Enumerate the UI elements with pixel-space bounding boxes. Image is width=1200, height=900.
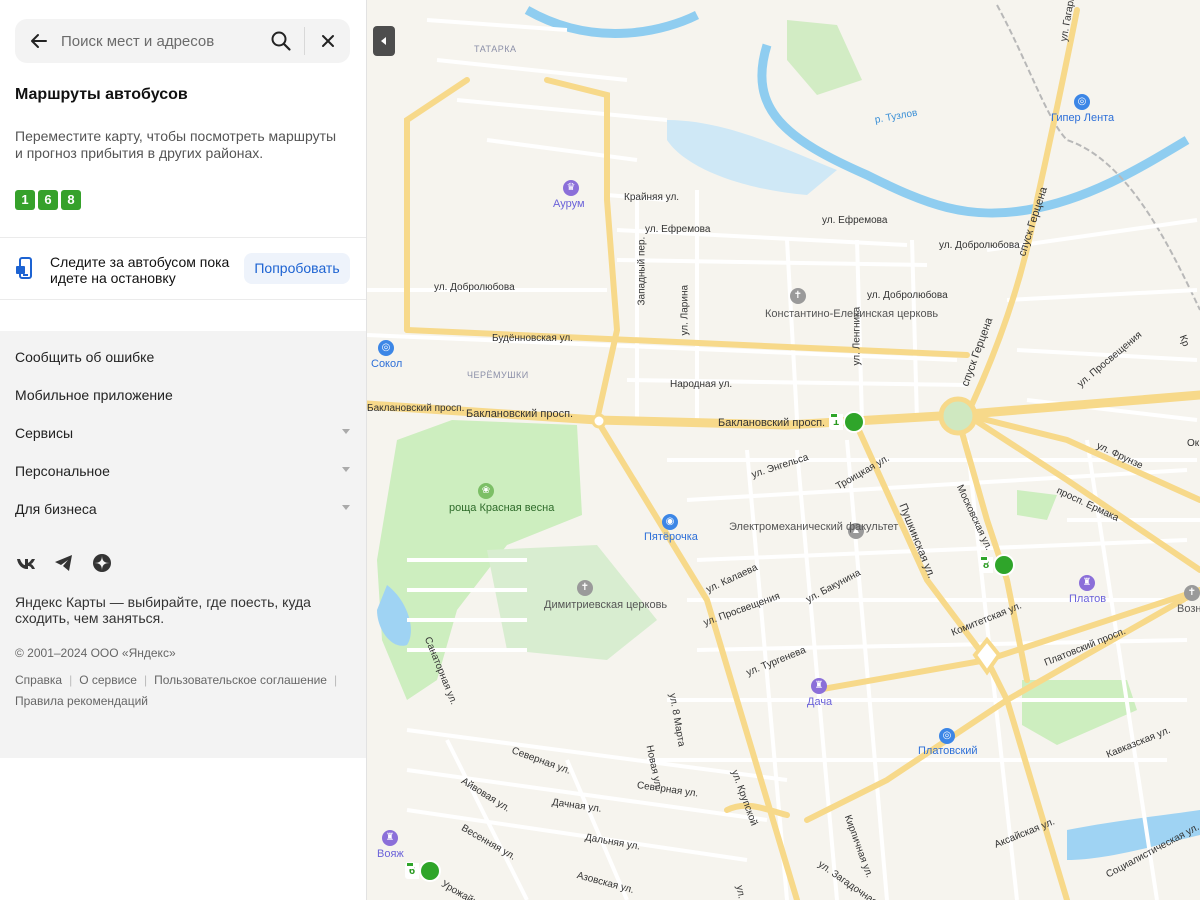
- street-label: Баклановский просп.: [718, 417, 826, 429]
- chevron-down-icon: [342, 467, 350, 472]
- poi-label[interactable]: Гипер Лента: [1051, 112, 1114, 124]
- search-box: [15, 19, 350, 63]
- park-area: [1017, 490, 1057, 520]
- menu-services[interactable]: Сервисы: [15, 425, 350, 449]
- back-arrow-icon[interactable]: [29, 31, 49, 51]
- route-badge-1[interactable]: 1: [15, 190, 35, 210]
- street-label: Народная ул.: [670, 379, 733, 390]
- street-label: ул. Ларина: [679, 284, 691, 336]
- railway: [996, 4, 1200, 311]
- shopping-basket-icon[interactable]: ◉: [662, 514, 678, 530]
- roundabout: [938, 396, 978, 436]
- district-label: ТАТАРКА: [474, 44, 517, 54]
- water-body: [667, 120, 837, 195]
- church-icon[interactable]: ✝: [577, 580, 593, 596]
- divider: [0, 299, 366, 300]
- park-area: [787, 20, 862, 95]
- try-button[interactable]: Попробовать: [244, 253, 350, 284]
- hotel-icon[interactable]: ♜: [811, 678, 827, 694]
- zen-icon[interactable]: [91, 552, 113, 574]
- collapse-panel-button[interactable]: [373, 26, 395, 56]
- street-label: Крайняя ул.: [624, 192, 680, 203]
- menu-item-label: Персональное: [15, 463, 110, 479]
- divider: [0, 237, 366, 238]
- street-label: Будённовская ул.: [492, 333, 573, 344]
- vk-icon[interactable]: [15, 552, 37, 574]
- street-label: Ок: [1187, 438, 1200, 449]
- park-area: [1022, 680, 1137, 745]
- menu-business[interactable]: Для бизнеса: [15, 501, 350, 525]
- map-canvas[interactable]: ТАТАРКА ЧЕРЁМУШКИ ул. Гагарина р. Тузлов…: [367, 0, 1200, 900]
- route-badge-8[interactable]: 8: [61, 190, 81, 210]
- poi-label[interactable]: Сокол: [371, 358, 402, 370]
- footer-links: Справка | О сервисе | Пользовательское согла…: [15, 673, 338, 708]
- street-label: ул. Ефремова: [822, 215, 888, 226]
- street-label: ул. Добролюбова: [434, 282, 515, 293]
- chevron-down-icon: [342, 505, 350, 510]
- district-label: ЧЕРЁМУШКИ: [467, 370, 529, 380]
- hotel-icon[interactable]: ♜: [382, 830, 398, 846]
- bus-stop-6[interactable]: 6: [405, 860, 442, 882]
- poi-label[interactable]: Электромеханический факультет: [729, 521, 898, 533]
- poi-pin-icon[interactable]: ♛: [563, 180, 579, 196]
- hotel-icon[interactable]: ♜: [1079, 575, 1095, 591]
- bus-stop-1[interactable]: 1: [829, 411, 866, 433]
- route-badge-6[interactable]: 6: [38, 190, 58, 210]
- poi-label[interactable]: Димитриевская церковь: [544, 599, 667, 611]
- church-icon[interactable]: ✝: [790, 288, 806, 304]
- menu-item-label: Сообщить об ошибке: [15, 349, 155, 365]
- menu-personal[interactable]: Персональное: [15, 463, 350, 487]
- menu-item-label: Сервисы: [15, 425, 74, 441]
- poi-label[interactable]: Константино-Еленинская церковь: [765, 308, 938, 320]
- shopping-bag-icon[interactable]: ◎: [378, 340, 394, 356]
- park-icon[interactable]: ❀: [478, 483, 494, 499]
- street-label: ул. Добролюбова: [867, 290, 948, 301]
- chevron-down-icon: [342, 429, 350, 434]
- street-label: ул. Добролюбова: [939, 240, 1020, 251]
- route-badges: 1 6 8: [15, 190, 81, 210]
- telegram-icon[interactable]: [53, 552, 75, 574]
- routes-title: Маршруты автобусов: [15, 86, 188, 103]
- street-label: Баклановский просп.: [466, 408, 574, 420]
- poi-label[interactable]: Вояж: [377, 848, 404, 860]
- shopping-bag-icon[interactable]: ◎: [1074, 94, 1090, 110]
- menu-mobile-app[interactable]: Мобильное приложение: [15, 387, 350, 411]
- poi-label[interactable]: Аурум: [553, 198, 585, 210]
- routes-hint: Переместите карту, чтобы посмотреть марш…: [15, 128, 337, 161]
- link-about[interactable]: О сервисе: [79, 673, 137, 687]
- poi-label[interactable]: Вознес собо: [1177, 603, 1200, 615]
- link-recommendation-rules[interactable]: Правила рекомендаций: [15, 694, 148, 708]
- poi-label[interactable]: роща Красная весна: [449, 502, 554, 514]
- bus-icon: [980, 554, 1016, 576]
- search-divider: [304, 27, 305, 55]
- slogan: Яндекс Карты — выбирайте, где поесть, ку…: [15, 594, 311, 626]
- poi-label[interactable]: Пятёрочка: [644, 531, 698, 543]
- phone-bus-icon: [16, 257, 32, 279]
- link-help[interactable]: Справка: [15, 673, 62, 687]
- street-label: Баклановский просп.: [367, 403, 465, 414]
- poi-label[interactable]: Дача: [807, 696, 832, 708]
- menu-item-label: Мобильное приложение: [15, 387, 173, 403]
- church-icon[interactable]: ✝: [1184, 585, 1200, 601]
- copyright: © 2001–2024 ООО «Яндекс»: [15, 646, 176, 660]
- poi-label[interactable]: Платовский: [918, 745, 978, 757]
- link-terms[interactable]: Пользовательское соглашение: [154, 673, 327, 687]
- bus-stop-8[interactable]: 8: [979, 554, 1016, 576]
- menu-report-error[interactable]: Сообщить об ошибке: [15, 349, 350, 373]
- bus-icon: [830, 411, 866, 433]
- shopping-bag-icon[interactable]: ◎: [939, 728, 955, 744]
- close-icon[interactable]: [318, 31, 338, 51]
- poi-label[interactable]: Платов: [1069, 593, 1106, 605]
- side-panel: Маршруты автобусов Переместите карту, чт…: [0, 0, 367, 900]
- street-label: Западный пер.: [636, 236, 648, 306]
- search-input[interactable]: [61, 29, 261, 53]
- map-graphics: [367, 4, 1200, 900]
- menu-item-label: Для бизнеса: [15, 501, 97, 517]
- roundabout: [591, 413, 607, 429]
- track-bus-text: Следите за автобусом пока идете на остан…: [50, 254, 230, 286]
- bus-icon: [406, 860, 442, 882]
- street-label: ул. Ефремова: [645, 224, 711, 235]
- search-icon[interactable]: [270, 30, 292, 52]
